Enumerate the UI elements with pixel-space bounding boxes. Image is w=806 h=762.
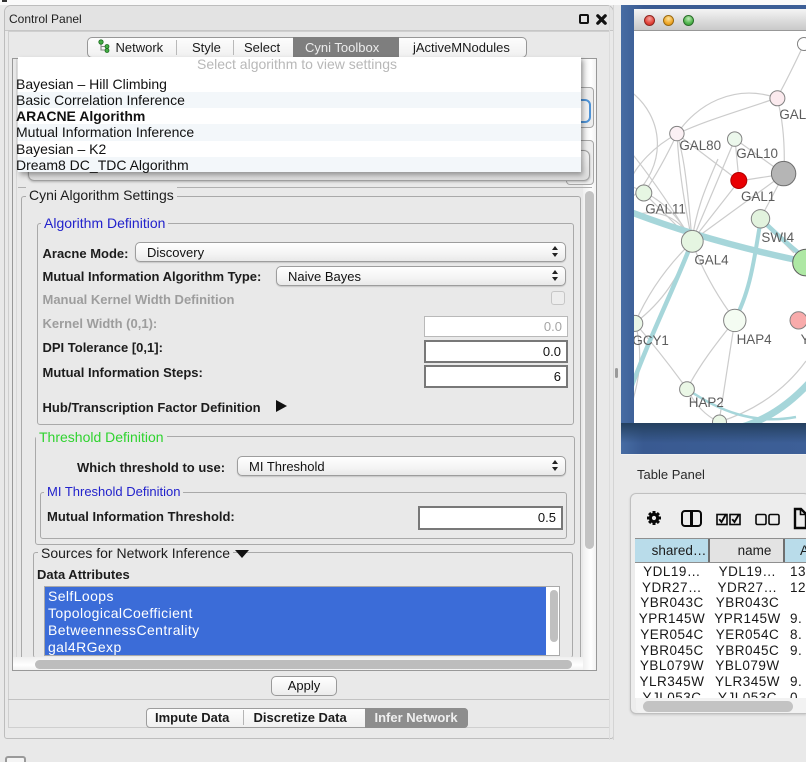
svg-text:GAL10: GAL10 [736,146,778,161]
svg-text:HAP4: HAP4 [737,332,773,347]
svg-text:GCY1: GCY1 [634,333,669,348]
svg-text:HAP2: HAP2 [689,395,724,410]
svg-text:GAL1: GAL1 [741,189,775,204]
svg-text:GAL11: GAL11 [645,202,686,217]
svg-text:GAL: GAL [779,107,806,122]
svg-text:GAL80: GAL80 [679,138,721,153]
svg-text:SWI4: SWI4 [761,230,794,245]
svg-text:Y: Y [801,332,806,347]
svg-text:GAL4: GAL4 [694,253,729,268]
